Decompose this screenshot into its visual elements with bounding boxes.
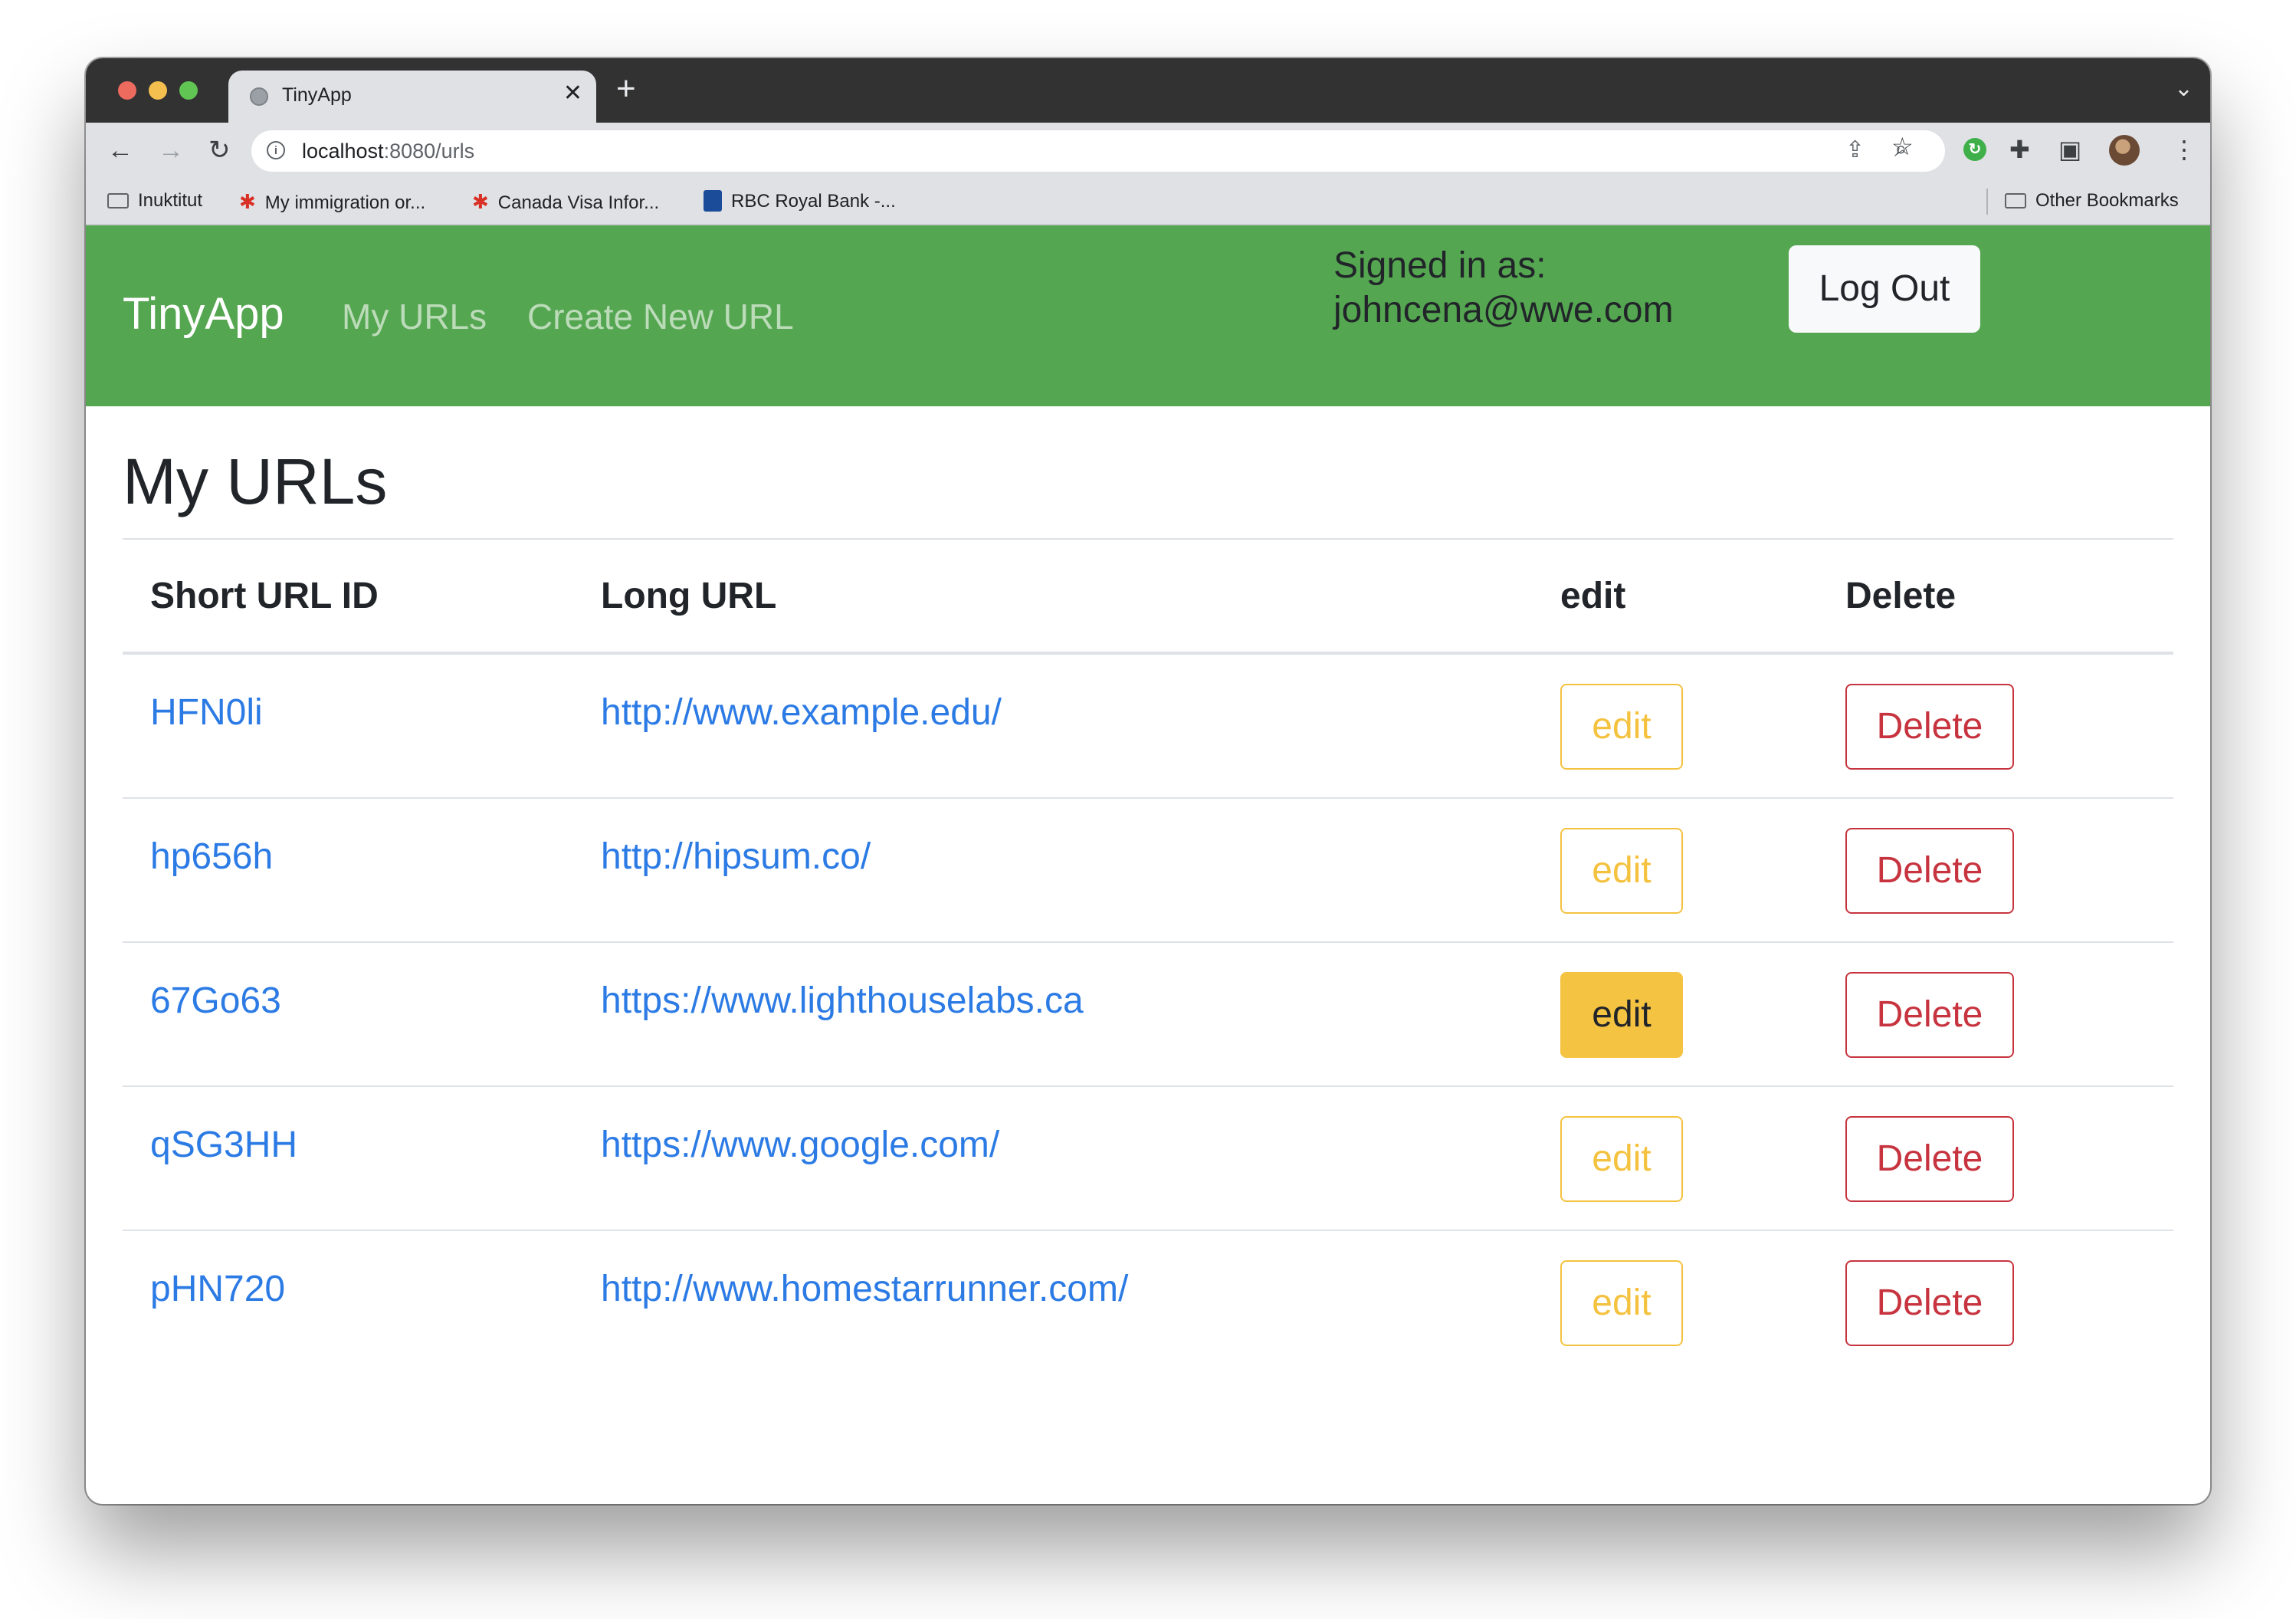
long-url-link[interactable]: https://www.lighthouselabs.ca	[601, 980, 1533, 1022]
reload-icon[interactable]: ↻	[208, 132, 231, 169]
maple-leaf-icon: ✱	[472, 190, 489, 213]
delete-button[interactable]: Delete	[1845, 828, 2014, 914]
short-url-link[interactable]: 67Go63	[150, 980, 573, 1022]
table-row: 67Go63 https://www.lighthouselabs.ca edi…	[123, 942, 2173, 1087]
edit-button[interactable]: edit	[1560, 972, 1683, 1058]
info-icon[interactable]: i	[267, 141, 285, 159]
browser-window: TinyApp ✕ + ⌄ ← → ↻ i localhost:8080/url…	[86, 58, 2210, 1504]
long-url-link[interactable]: https://www.google.com/	[601, 1124, 1533, 1166]
minimize-window-button[interactable]	[149, 81, 167, 100]
extension-icon[interactable]: ↻	[1963, 138, 1986, 161]
signed-in-label: Signed in as:	[1333, 245, 1547, 286]
new-tab-icon[interactable]: +	[616, 72, 636, 106]
column-header-short-url: Short URL ID	[123, 539, 573, 655]
share-icon[interactable]: ⇪	[1845, 136, 1865, 163]
edit-button[interactable]: edit	[1560, 1260, 1683, 1346]
menu-icon[interactable]: ⋮	[2172, 135, 2196, 164]
bookmark-star-icon[interactable]: ☆	[1891, 132, 1914, 161]
puzzle-icon[interactable]: ✚	[2009, 135, 2030, 164]
edit-button[interactable]: edit	[1560, 828, 1683, 914]
globe-icon	[250, 87, 268, 106]
delete-button[interactable]: Delete	[1845, 972, 2014, 1058]
delete-button[interactable]: Delete	[1845, 1260, 2014, 1346]
browser-tab[interactable]: TinyApp ✕	[228, 71, 596, 123]
sidepanel-icon[interactable]: ▣	[2058, 135, 2081, 164]
nav-my-urls[interactable]: My URLs	[342, 296, 487, 337]
browser-toolbar: ← → ↻ i localhost:8080/urls ⌕ ⇪ ☆ ↻ ✚ ▣ …	[86, 123, 2210, 178]
address-url: localhost:8080/urls	[302, 140, 475, 163]
short-url-link[interactable]: HFN0li	[150, 691, 573, 734]
delete-button[interactable]: Delete	[1845, 684, 2014, 770]
bookmark-immigration[interactable]: ✱ My immigration or...	[239, 190, 425, 214]
delete-button[interactable]: Delete	[1845, 1116, 2014, 1202]
folder-icon	[2005, 193, 2026, 209]
edit-button[interactable]: edit	[1560, 684, 1683, 770]
page-title: My URLs	[123, 445, 388, 517]
long-url-link[interactable]: http://hipsum.co/	[601, 836, 1533, 878]
short-url-link[interactable]: qSG3HH	[150, 1124, 573, 1166]
chevron-down-icon[interactable]: ⌄	[2174, 75, 2193, 102]
table-row: HFN0li http://www.example.edu/ edit Dele…	[123, 653, 2173, 799]
urls-table: Short URL ID Long URL edit Delete HFN0li…	[123, 538, 2173, 1374]
close-window-button[interactable]	[118, 81, 136, 100]
folder-icon	[107, 193, 129, 209]
tab-title: TinyApp	[282, 84, 352, 106]
bookmark-canada-visa[interactable]: ✱ Canada Visa Infor...	[472, 190, 659, 214]
logout-button[interactable]: Log Out	[1789, 245, 1980, 333]
column-header-delete: Delete	[1818, 539, 2173, 655]
maximize-window-button[interactable]	[179, 81, 198, 100]
bookmarks-divider	[1986, 189, 1988, 215]
signed-in-status: Signed in as: johncena@wwe.com	[1333, 244, 1674, 333]
address-bar[interactable]: i localhost:8080/urls ⌕ ⇪	[251, 130, 1945, 172]
nav-create-new-url[interactable]: Create New URL	[527, 296, 794, 337]
signed-in-email: johncena@wwe.com	[1333, 290, 1674, 330]
short-url-link[interactable]: hp656h	[150, 836, 573, 878]
tab-strip: TinyApp ✕ + ⌄	[86, 58, 2210, 123]
avatar[interactable]	[2109, 135, 2140, 166]
maple-leaf-icon: ✱	[239, 190, 256, 213]
short-url-link[interactable]: pHN720	[150, 1268, 573, 1310]
column-header-long-url: Long URL	[573, 539, 1533, 655]
edit-button[interactable]: edit	[1560, 1116, 1683, 1202]
long-url-link[interactable]: http://www.example.edu/	[601, 691, 1533, 734]
table-row: qSG3HH https://www.google.com/ edit Dele…	[123, 1086, 2173, 1231]
long-url-link[interactable]: http://www.homestarrunner.com/	[601, 1268, 1533, 1310]
other-bookmarks[interactable]: Other Bookmarks	[2005, 190, 2179, 212]
app-navbar: TinyApp My URLs Create New URL Signed in…	[86, 225, 2210, 406]
bookmark-inuktitut[interactable]: Inuktitut	[107, 190, 202, 212]
table-row: pHN720 http://www.homestarrunner.com/ ed…	[123, 1230, 2173, 1374]
close-tab-icon[interactable]: ✕	[563, 80, 582, 107]
table-header-row: Short URL ID Long URL edit Delete	[123, 539, 2173, 655]
brand-link[interactable]: TinyApp	[123, 288, 284, 340]
column-header-edit: edit	[1533, 539, 1818, 655]
bookmark-rbc[interactable]: RBC Royal Bank -...	[704, 190, 896, 212]
forward-icon[interactable]: →	[158, 132, 184, 169]
table-row: hp656h http://hipsum.co/ edit Delete	[123, 798, 2173, 943]
rbc-icon	[704, 190, 722, 212]
bookmarks-bar: Inuktitut ✱ My immigration or... ✱ Canada …	[86, 178, 2210, 225]
back-icon[interactable]: ←	[107, 132, 133, 169]
